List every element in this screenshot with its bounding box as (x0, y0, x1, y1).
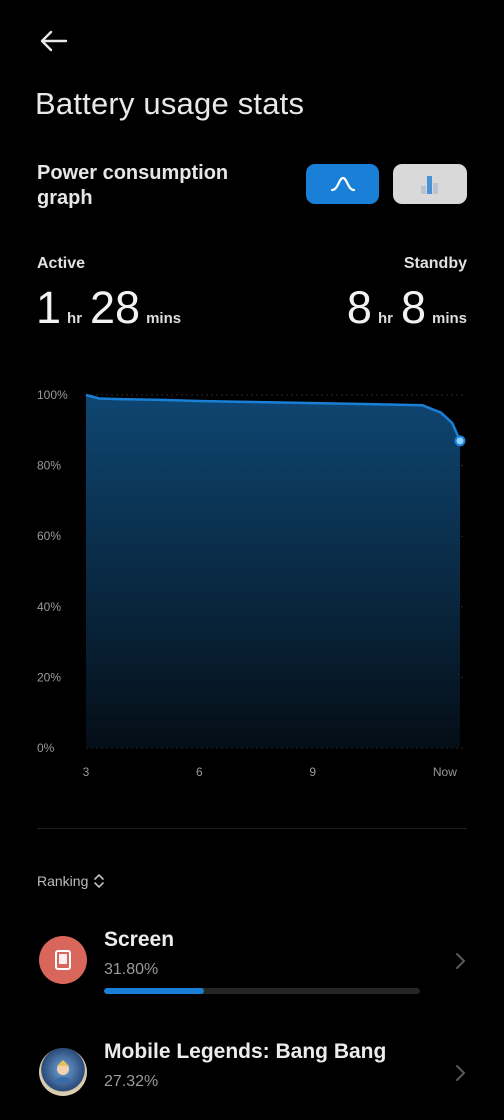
curve-icon (330, 176, 355, 192)
app-percent: 31.80% (104, 961, 159, 978)
y-tick-label: 80% (37, 459, 61, 473)
x-tick-label: 3 (83, 765, 90, 779)
y-tick-label: 60% (37, 529, 61, 543)
standby-duration: 8 hr 8 mins (347, 282, 467, 334)
standby-mins-unit: mins (431, 310, 467, 327)
chevron-right-icon (456, 953, 465, 969)
y-tick-label: 40% (37, 600, 61, 614)
active-duration: 1 hr 28 mins (36, 282, 181, 334)
current-level-point (454, 435, 466, 447)
bar-chart-icon (421, 176, 438, 194)
active-hours-unit: hr (67, 310, 83, 327)
y-tick-label: 100% (37, 388, 68, 402)
battery-level-chart: 100% 80% 60% 40% 20% 0% 3 6 9 Now (37, 388, 466, 779)
active-label: Active (37, 255, 86, 272)
usage-bar-fill (104, 988, 205, 994)
section-title: Power consumption graph (37, 162, 229, 209)
standby-hours: 8 (346, 282, 372, 333)
usage-bar (104, 988, 420, 994)
active-hours: 1 (36, 282, 62, 333)
standby-mins: 8 (400, 282, 426, 333)
x-tick-label: Now (433, 765, 457, 779)
x-tick-label: 9 (309, 765, 316, 779)
x-tick-label: 6 (196, 765, 203, 779)
standby-label: Standby (403, 255, 467, 272)
standby-hours-unit: hr (377, 310, 393, 327)
active-mins-unit: mins (146, 310, 182, 327)
app-name: Screen (104, 928, 175, 951)
game-avatar-icon (39, 1048, 87, 1096)
app-percent: 27.32% (104, 1073, 159, 1090)
y-tick-label: 0% (37, 741, 55, 755)
tablet-icon (39, 936, 87, 984)
active-mins: 28 (90, 282, 141, 333)
app-row-screen[interactable]: Screen 31.80% (0, 918, 504, 1008)
y-tick-label: 20% (37, 670, 61, 684)
ranking-sort-button[interactable]: Ranking (37, 873, 105, 889)
bar-graph-toggle[interactable] (393, 164, 467, 204)
line-graph-toggle[interactable] (306, 164, 379, 204)
chevron-right-icon (456, 1065, 465, 1081)
sort-icon (94, 874, 105, 888)
app-name: Mobile Legends: Bang Bang (104, 1040, 387, 1063)
arrow-left-icon (40, 30, 68, 52)
app-row-mobile-legends[interactable]: Mobile Legends: Bang Bang 27.32% (0, 1030, 504, 1120)
divider (37, 828, 467, 829)
ranking-label: Ranking (37, 873, 89, 889)
back-button[interactable] (36, 26, 72, 56)
page-title: Battery usage stats (35, 86, 305, 121)
battery-area (86, 395, 460, 748)
